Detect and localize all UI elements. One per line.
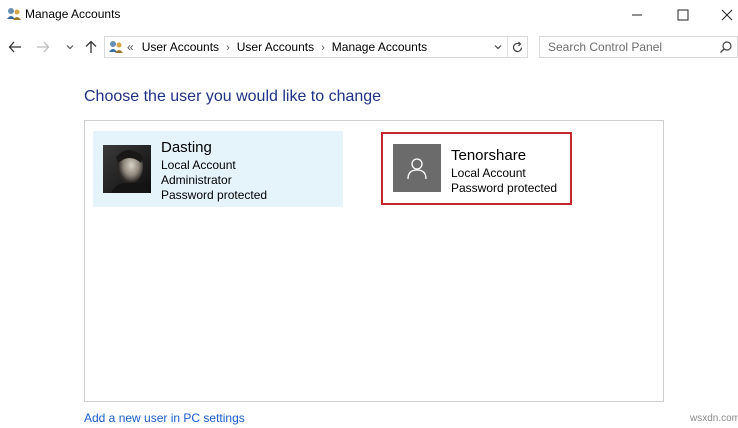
chevron-down-icon [66, 45, 74, 50]
user-photo-icon [103, 145, 151, 193]
watermark: wsxdn.com [690, 413, 738, 424]
up-button[interactable] [82, 38, 100, 56]
account-name: Tenorshare [451, 147, 527, 164]
account-tile-dasting[interactable]: Dasting Local Account Administrator Pass… [93, 131, 343, 207]
user-icon [407, 158, 427, 180]
search-input[interactable]: Search Control Panel [539, 36, 738, 58]
account-tile-tenorshare[interactable]: Tenorshare Local Account Password protec… [381, 132, 572, 205]
close-button[interactable] [704, 0, 738, 30]
refresh-button[interactable] [507, 37, 527, 57]
address-history-button[interactable] [490, 37, 506, 57]
account-password-status: Password protected [451, 181, 558, 195]
title-bar: Manage Accounts [0, 0, 738, 30]
window-title: Manage Accounts [25, 7, 121, 21]
breadcrumb: « User Accounts › User Accounts › Manage Acco… [127, 40, 427, 54]
account-role: Administrator [161, 173, 232, 187]
breadcrumb-separator[interactable]: › [321, 42, 325, 54]
breadcrumb-item-user-accounts[interactable]: User Accounts [142, 40, 219, 54]
user-accounts-icon [108, 39, 124, 55]
breadcrumb-overflow[interactable]: « [127, 40, 134, 54]
breadcrumb-item-manage-accounts[interactable]: Manage Accounts [332, 40, 427, 54]
add-user-link[interactable]: Add a new user in PC settings [84, 411, 245, 425]
minimize-icon [632, 14, 642, 16]
avatar [103, 145, 151, 193]
account-name: Dasting [161, 139, 212, 156]
account-type: Local Account [451, 166, 526, 180]
recent-locations-button[interactable] [61, 38, 79, 56]
maximize-icon [677, 9, 689, 21]
account-type: Local Account [161, 158, 236, 172]
account-password-status: Password protected [161, 188, 268, 202]
page-heading: Choose the user you would like to change [84, 88, 382, 105]
navigation-bar: « User Accounts › User Accounts › Manage Acco… [0, 30, 738, 64]
chevron-down-icon [494, 45, 502, 50]
arrow-right-icon [37, 41, 50, 53]
user-accounts-icon [6, 6, 22, 22]
maximize-button[interactable] [660, 0, 706, 30]
back-button[interactable] [6, 38, 24, 56]
forward-button[interactable] [34, 38, 52, 56]
arrow-up-icon [85, 40, 97, 53]
breadcrumb-item-user-accounts-2[interactable]: User Accounts [237, 40, 314, 54]
arrow-left-icon [8, 41, 21, 53]
address-bar[interactable]: « User Accounts › User Accounts › Manage Acco… [104, 36, 528, 58]
search-icon[interactable] [719, 40, 733, 54]
breadcrumb-separator[interactable]: › [226, 42, 230, 54]
refresh-icon [512, 41, 523, 52]
search-placeholder: Search Control Panel [548, 40, 663, 54]
avatar [393, 144, 441, 192]
close-icon [721, 9, 733, 21]
minimize-button[interactable] [614, 0, 660, 30]
